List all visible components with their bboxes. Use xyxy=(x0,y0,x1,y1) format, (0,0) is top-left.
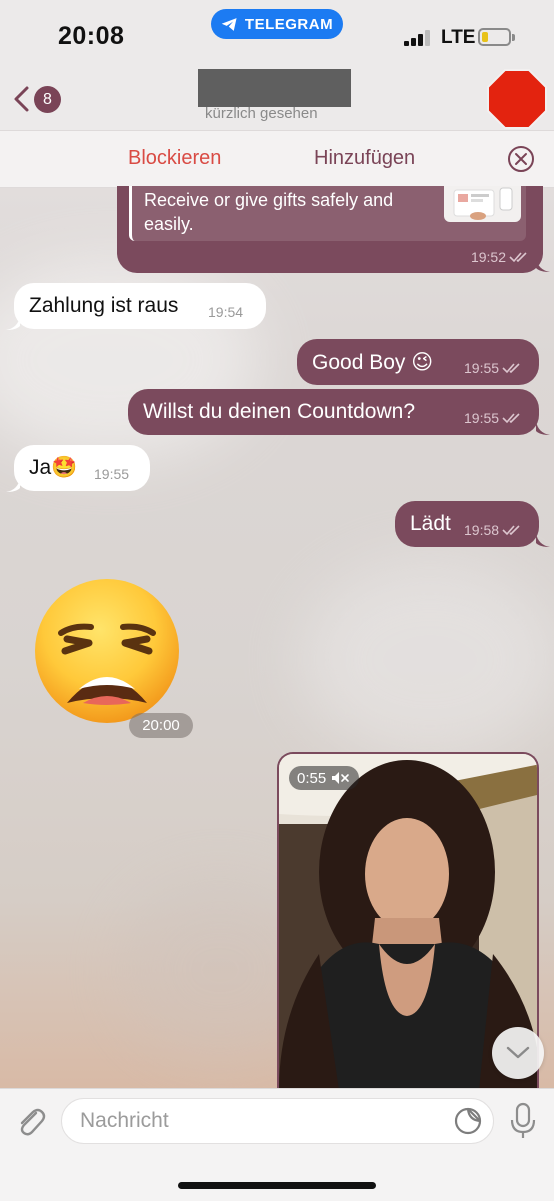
network-type: LTE xyxy=(441,27,476,48)
active-app-pill[interactable]: TELEGRAM xyxy=(211,9,343,39)
incoming-message[interactable]: Ja🤩 19:55 xyxy=(14,445,150,491)
contact-name-redacted[interactable] xyxy=(198,69,351,107)
signal-icon xyxy=(404,30,436,46)
message-text: Good Boy 😉 xyxy=(312,351,434,374)
message-time: 19:55 xyxy=(464,410,500,426)
outgoing-message[interactable]: Willst du deinen Countdown? 19:55 xyxy=(128,389,539,435)
read-receipt-icon xyxy=(509,252,527,263)
message-meta: 19:54 xyxy=(208,304,243,320)
message-time: 19:55 xyxy=(464,360,500,376)
message-time: 19:55 xyxy=(94,466,130,482)
back-chevron-icon[interactable] xyxy=(10,84,34,114)
clock: 20:08 xyxy=(58,22,125,50)
video-duration-badge: 0:55 xyxy=(289,766,360,790)
app-pill-label: TELEGRAM xyxy=(244,15,334,33)
paperclip-icon[interactable] xyxy=(14,1105,48,1139)
bubble-tail xyxy=(536,533,550,547)
chevron-down-icon xyxy=(506,1046,530,1059)
add-contact-button[interactable]: Hinzufügen xyxy=(314,147,415,170)
outgoing-link-preview-message[interactable]: Receive or give gifts safely and easily.… xyxy=(117,186,543,273)
message-meta: 19:58 xyxy=(464,522,522,538)
weary-face-emoji-sticker[interactable] xyxy=(33,577,181,725)
video-duration: 0:55 xyxy=(297,769,327,787)
battery-cap xyxy=(512,34,515,41)
bubble-tail xyxy=(536,421,550,435)
unread-count-badge[interactable]: 8 xyxy=(34,86,61,113)
read-receipt-icon xyxy=(502,363,520,374)
unknown-contact-bar: Blockieren Hinzufügen xyxy=(0,130,554,188)
last-seen-status: kürzlich gesehen xyxy=(205,105,318,122)
message-meta: 19:55 xyxy=(464,410,522,426)
telegram-icon xyxy=(221,17,237,31)
muted-speaker-icon[interactable] xyxy=(331,771,351,785)
home-indicator xyxy=(178,1182,376,1189)
message-meta: 19:55 xyxy=(94,466,129,482)
block-button[interactable]: Blockieren xyxy=(128,147,221,170)
link-preview-description: Receive or give gifts safely and easily. xyxy=(144,190,394,234)
close-icon[interactable] xyxy=(507,145,535,173)
battery-icon xyxy=(478,28,511,46)
sticker-icon[interactable] xyxy=(453,1106,483,1136)
message-text: Ja🤩 xyxy=(29,456,78,479)
wallpaper-blob xyxy=(300,560,554,760)
outgoing-message[interactable]: Lädt 19:58 xyxy=(395,501,539,547)
read-receipt-icon xyxy=(502,525,520,536)
message-meta: 19:55 xyxy=(464,360,522,376)
microphone-icon[interactable] xyxy=(508,1102,538,1140)
message-time: 19:54 xyxy=(208,304,244,320)
message-text: Zahlung ist raus xyxy=(29,294,179,317)
chat-header: 8 kürzlich gesehen xyxy=(0,69,554,130)
bubble-tail xyxy=(6,316,20,330)
link-preview-thumbnail xyxy=(444,186,521,222)
message-time: 19:58 xyxy=(464,522,500,538)
outgoing-message[interactable]: Good Boy 😉 19:55 xyxy=(297,339,539,385)
bubble-tail xyxy=(536,258,550,272)
link-preview-card[interactable]: Receive or give gifts safely and easily. xyxy=(129,186,526,241)
incoming-message[interactable]: Zahlung ist raus 19:54 xyxy=(14,283,266,329)
message-time: 19:52 xyxy=(470,249,506,265)
message-text: Willst du deinen Countdown? xyxy=(143,400,415,423)
message-meta: 19:52 xyxy=(471,249,529,265)
message-input[interactable] xyxy=(61,1098,494,1144)
scroll-to-bottom-button[interactable] xyxy=(492,1027,544,1079)
bubble-tail xyxy=(6,478,20,492)
sticker-time-chip: 20:00 xyxy=(129,713,193,738)
status-bar: 20:08 TELEGRAM LTE xyxy=(0,0,554,72)
message-text: Lädt xyxy=(410,512,451,535)
contact-avatar[interactable] xyxy=(486,68,548,130)
read-receipt-icon xyxy=(502,413,520,424)
